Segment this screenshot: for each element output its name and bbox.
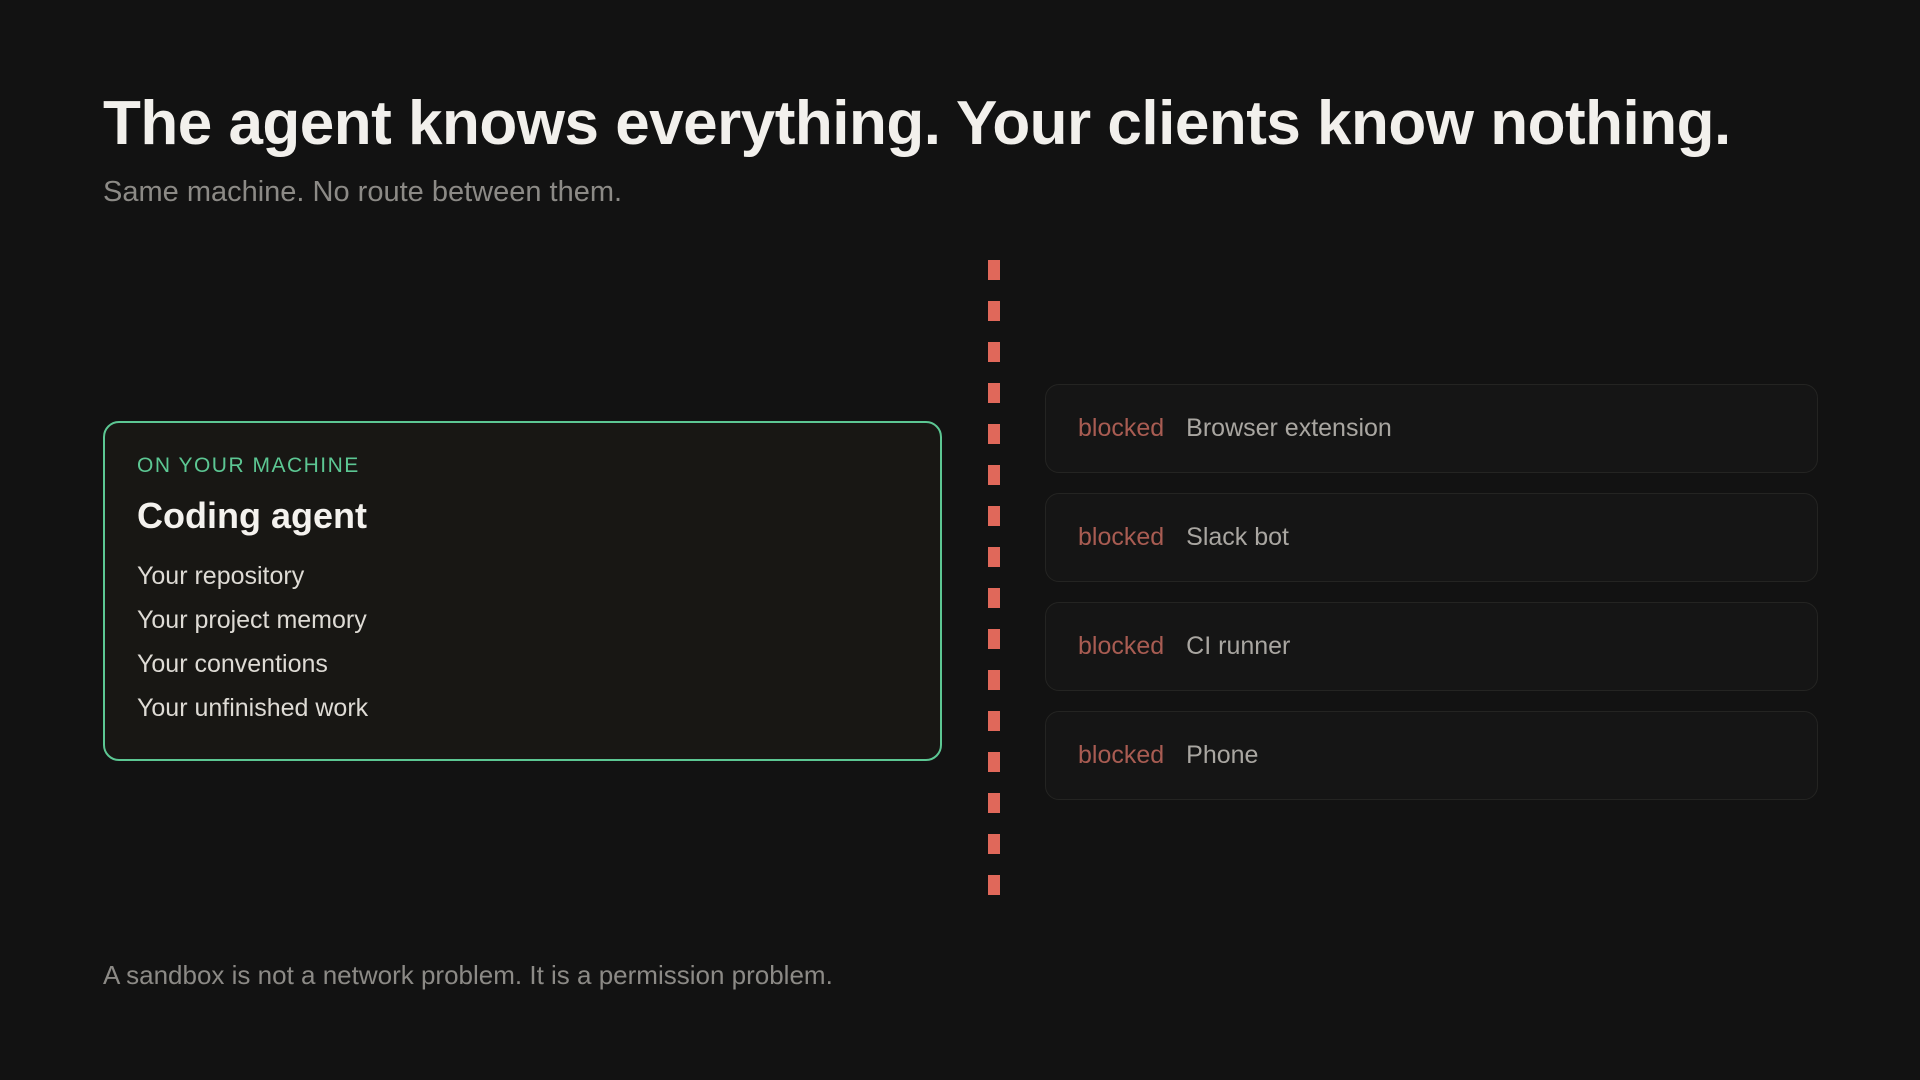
card-eyebrow: ON YOUR MACHINE: [137, 454, 360, 477]
client-name: Browser extension: [1186, 414, 1392, 442]
list-item: Your project memory: [137, 606, 367, 634]
page-subtitle: Same machine. No route between them.: [103, 176, 623, 208]
list-item: Your unfinished work: [137, 694, 369, 722]
card-title: Coding agent: [137, 495, 367, 536]
footnote: A sandbox is not a network problem. It i…: [103, 960, 833, 990]
blocked-badge: blocked: [1078, 632, 1165, 660]
client-name: CI runner: [1186, 632, 1291, 660]
client-row-phone: blocked Phone: [1045, 711, 1818, 800]
blocked-badge: blocked: [1078, 523, 1165, 551]
blocked-boundary-divider: [988, 260, 1000, 906]
coding-agent-card: ON YOUR MACHINE Coding agent Your reposi…: [103, 421, 942, 761]
blocked-badge: blocked: [1078, 414, 1165, 442]
client-row-ci-runner: blocked CI runner: [1045, 602, 1818, 691]
page-title: The agent knows everything. Your clients…: [103, 89, 1731, 158]
agent-capability-list: Your repository Your project memory Your…: [137, 554, 908, 730]
list-item: Your conventions: [137, 650, 328, 678]
blocked-badge: blocked: [1078, 741, 1165, 769]
slide: The agent knows everything. Your clients…: [0, 0, 1920, 1080]
client-row-browser-extension: blocked Browser extension: [1045, 384, 1818, 473]
client-name: Slack bot: [1186, 523, 1290, 551]
client-row-slack-bot: blocked Slack bot: [1045, 493, 1818, 582]
client-name: Phone: [1186, 741, 1259, 769]
list-item: Your repository: [137, 562, 305, 590]
client-list: blocked Browser extension blocked Slack …: [1045, 384, 1818, 820]
